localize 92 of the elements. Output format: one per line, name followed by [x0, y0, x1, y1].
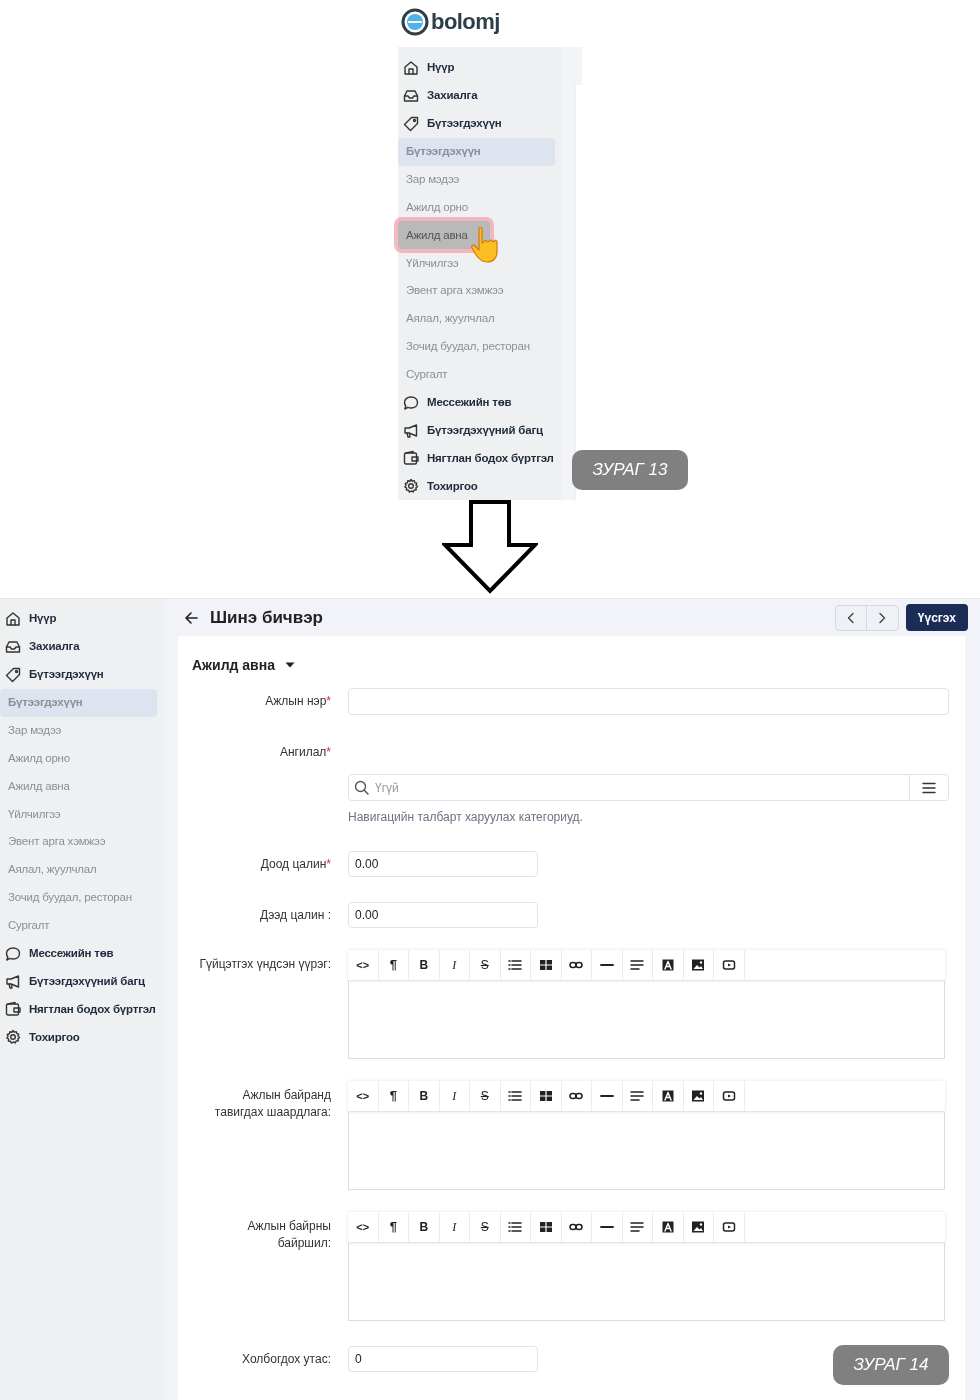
wallet-icon: [5, 1001, 21, 1018]
chevron-right-icon: [877, 611, 888, 624]
chat-bubble-icon: [403, 394, 419, 411]
font-color-icon: [660, 958, 675, 972]
toolbar-button[interactable]: ¶: [378, 950, 409, 980]
sidebar-item[interactable]: Тохиргоо: [398, 472, 478, 501]
logo-text: bolomj: [431, 8, 500, 36]
help-text: Навигацийн талбарт харуулах категориуд.: [348, 809, 584, 826]
input-field[interactable]: 0.00: [348, 851, 538, 877]
toolbar-button[interactable]: S: [470, 950, 501, 980]
sidebar-item[interactable]: Нягтлан бодох бүртгэл: [0, 995, 156, 1024]
align-left-icon: [630, 958, 645, 972]
home-icon: [403, 59, 419, 76]
gear-icon: [5, 1029, 21, 1046]
toolbar-button[interactable]: I: [439, 1081, 470, 1111]
sidebar-item[interactable]: Мессежийн төв: [0, 939, 114, 968]
tag-icon: [403, 115, 419, 132]
font-color-icon: [660, 1089, 675, 1103]
page-title: Шинэ бичвэр: [210, 606, 323, 629]
table-icon: [538, 1220, 553, 1234]
sidebar-item[interactable]: Захиалга: [398, 81, 478, 110]
tag-icon: [5, 666, 21, 683]
toolbar-button[interactable]: <>: [348, 1212, 379, 1242]
toolbar-button[interactable]: B: [409, 950, 440, 980]
inbox-icon: [403, 87, 419, 104]
input-field[interactable]: [348, 688, 949, 715]
sidebar-item[interactable]: Тохиргоо: [0, 1023, 80, 1052]
field-label: Ажлын байрны байршил:: [246, 1218, 331, 1252]
field-label: Холбогдох утас:: [241, 1350, 331, 1368]
pointer-hand-icon: [470, 226, 500, 265]
sidebar-item[interactable]: Нүүр: [0, 605, 57, 633]
back-button[interactable]: [184, 609, 200, 626]
table-icon: [538, 958, 553, 972]
toolbar-button[interactable]: ¶: [378, 1212, 409, 1242]
toolbar-button[interactable]: S: [470, 1081, 501, 1111]
chevron-left-icon: [845, 611, 856, 624]
megaphone-icon: [403, 422, 419, 439]
field-label: Гүйцэтгэх үндсэн үүрэг:: [198, 956, 331, 973]
menu-button[interactable]: [910, 774, 949, 801]
list-icon: [508, 958, 523, 972]
toolbar-button[interactable]: I: [439, 950, 470, 980]
toolbar-button[interactable]: B: [409, 1212, 440, 1242]
input-field[interactable]: 0.00: [348, 902, 538, 928]
caret-down-icon: [284, 662, 295, 668]
sidebar-item[interactable]: Захиалга: [0, 632, 80, 661]
image-icon: [691, 1220, 706, 1234]
field-label: Ажлын байранд тавигдах шаардлага:: [213, 1087, 331, 1121]
figure-caption: ЗУРАГ 13: [572, 450, 688, 490]
list-icon: [508, 1089, 523, 1103]
image-icon: [691, 958, 706, 972]
toolbar-button[interactable]: ¶: [378, 1081, 409, 1111]
toolbar-button[interactable]: <>: [348, 1081, 379, 1111]
font-color-icon: [660, 1220, 675, 1234]
toolbar-button[interactable]: S: [470, 1212, 501, 1242]
megaphone-icon: [5, 973, 21, 990]
video-icon: [721, 958, 736, 972]
toolbar-button[interactable]: <>: [348, 950, 379, 980]
sidebar-item[interactable]: Бүтээгдэхүүний багц: [0, 967, 145, 996]
video-icon: [721, 1220, 736, 1234]
input-field[interactable]: 0: [348, 1346, 538, 1372]
align-left-icon: [630, 1220, 645, 1234]
image-icon: [691, 1089, 706, 1103]
inbox-icon: [5, 638, 21, 655]
back-arrow-icon: [184, 610, 198, 625]
search-icon: [354, 780, 369, 795]
create-button[interactable]: Үүсгэх: [905, 604, 968, 631]
sidebar-item[interactable]: Мессежийн төв: [398, 388, 512, 417]
video-icon: [721, 1089, 736, 1103]
table-icon: [538, 1089, 553, 1103]
align-left-icon: [630, 1089, 645, 1103]
sidebar-item[interactable]: Нягтлан бодох бүртгэл: [398, 444, 554, 473]
sidebar-item[interactable]: Бүтээгдэхүүний багц: [398, 416, 543, 445]
search-field[interactable]: Үгүй: [348, 774, 910, 801]
home-icon: [5, 610, 21, 627]
down-arrow-icon: [442, 500, 538, 594]
field-label: Доод цалин*: [259, 855, 331, 873]
figure-caption: ЗУРАГ 14: [833, 1345, 949, 1385]
toolbar-button[interactable]: B: [409, 1081, 440, 1111]
logo-icon: [401, 7, 429, 36]
section-dropdown[interactable]: Ажилд авна: [192, 654, 295, 676]
field-label: Дээд цалин :: [259, 906, 331, 924]
toolbar-button[interactable]: I: [439, 1212, 470, 1242]
field-label: Ангилал*: [278, 744, 331, 761]
list-icon: [508, 1220, 523, 1234]
wallet-icon: [403, 450, 419, 467]
gear-icon: [403, 478, 419, 495]
sidebar-item[interactable]: Нүүр: [398, 54, 455, 82]
chat-bubble-icon: [5, 945, 21, 962]
sidebar-item[interactable]: Бүтээгдэхүүн: [0, 660, 104, 689]
field-label: Ажлын нэр*: [264, 693, 331, 710]
sidebar-item[interactable]: Бүтээгдэхүүн: [398, 109, 502, 138]
menu-icon: [922, 781, 936, 794]
